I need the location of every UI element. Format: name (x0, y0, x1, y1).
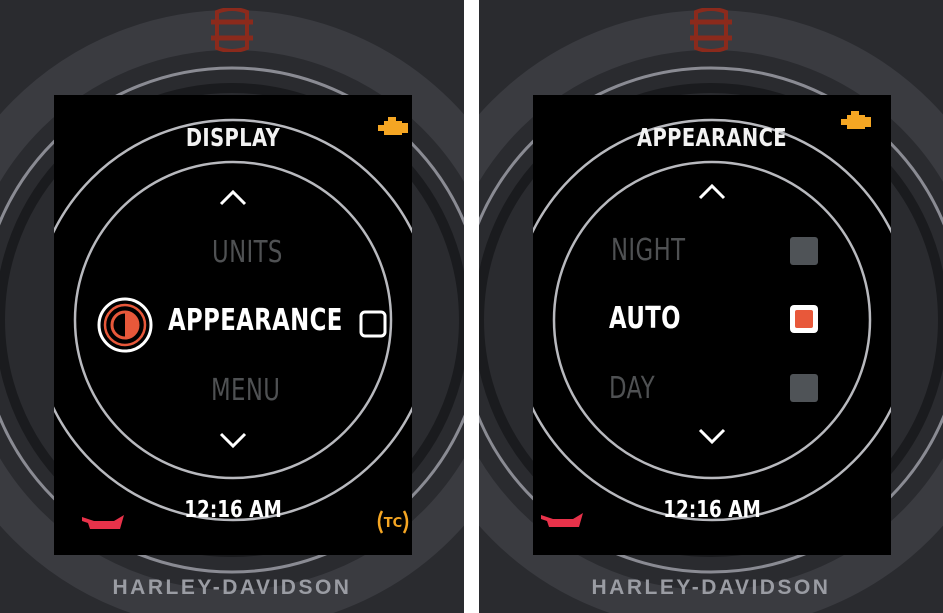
menu-item-menu[interactable]: MENU (211, 373, 280, 408)
day-checkbox[interactable] (789, 373, 819, 403)
brand-name: HARLEY-DAVIDSON (112, 576, 352, 599)
check-engine-icon (378, 117, 408, 135)
brand-name: HARLEY-DAVIDSON (591, 576, 831, 599)
auto-checkbox-checked[interactable] (789, 304, 819, 334)
menu-item-appearance[interactable]: APPEARANCE (168, 303, 343, 338)
option-night[interactable]: NIGHT (611, 233, 685, 268)
menu-item-units[interactable]: UNITS (212, 235, 283, 270)
bar-and-shield-logo-icon (211, 8, 253, 52)
clock: 12:16 AM (663, 497, 761, 523)
screen-title: APPEARANCE (636, 123, 788, 152)
display-screen: APPEARANCE NIGHT AUTO DAY 12:16 AM (533, 95, 891, 555)
oil-pressure-icon (541, 513, 583, 527)
scroll-down-arrow-icon[interactable] (218, 431, 248, 451)
screen-title: DISPLAY (185, 123, 281, 152)
oil-pressure-icon (82, 515, 124, 529)
check-engine-icon (841, 111, 871, 129)
display-screen: DISPLAY UNITS APPEARANCE MENU 12:16 AM T… (54, 95, 412, 555)
appearance-checkbox[interactable] (359, 310, 387, 338)
traction-control-icon: TC (377, 510, 409, 534)
scroll-up-arrow-icon[interactable] (697, 181, 727, 201)
scroll-down-arrow-icon[interactable] (697, 427, 727, 447)
clock: 12:16 AM (184, 497, 282, 523)
bar-and-shield-logo-icon (690, 8, 732, 52)
scroll-up-arrow-icon[interactable] (218, 187, 248, 207)
screen-rings (533, 118, 891, 522)
appearance-icon (97, 297, 153, 353)
gauge-display-left: DISPLAY UNITS APPEARANCE MENU 12:16 AM T… (0, 0, 464, 613)
night-checkbox[interactable] (789, 236, 819, 266)
option-day[interactable]: DAY (609, 371, 655, 406)
option-auto[interactable]: AUTO (609, 301, 681, 336)
traction-control-label: TC (384, 516, 402, 531)
gauge-display-right: APPEARANCE NIGHT AUTO DAY 12:16 AM HARLE… (479, 0, 943, 613)
